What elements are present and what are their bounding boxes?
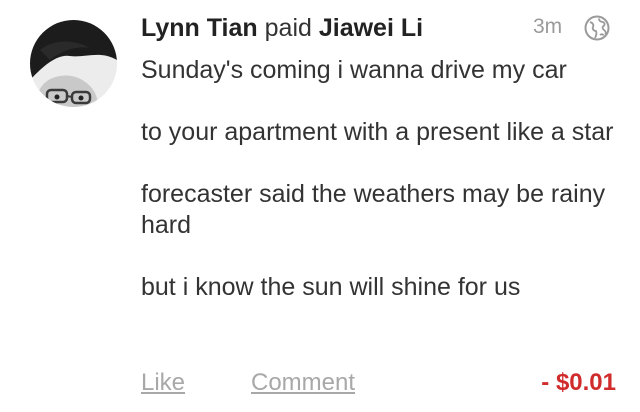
message-paragraph: Sunday's coming i wanna drive my car [141, 56, 567, 84]
story-footer: Like Comment - $0.01 [141, 366, 616, 400]
avatar-image [30, 20, 117, 107]
story-verb: paid [264, 14, 312, 42]
payment-story-card: Lynn Tian paid Jiawei Li 3m Sunday's com… [0, 0, 640, 412]
timestamp: 3m [533, 15, 563, 38]
message-paragraph: to your apartment with a present like a … [141, 118, 614, 146]
payment-message: Sunday's coming i wanna drive my car to … [141, 55, 616, 303]
avatar[interactable] [30, 20, 117, 107]
actor-name[interactable]: Lynn Tian [141, 14, 258, 42]
message-paragraph: but i know the sun will shine for us [141, 273, 521, 301]
like-button[interactable]: Like [141, 366, 185, 400]
payment-amount: - $0.01 [541, 369, 616, 396]
target-name[interactable]: Jiawei Li [319, 14, 423, 42]
message-paragraph: forecaster said the weathers may be rain… [141, 180, 606, 239]
globe-icon[interactable] [584, 15, 610, 41]
comment-button[interactable]: Comment [251, 366, 355, 400]
